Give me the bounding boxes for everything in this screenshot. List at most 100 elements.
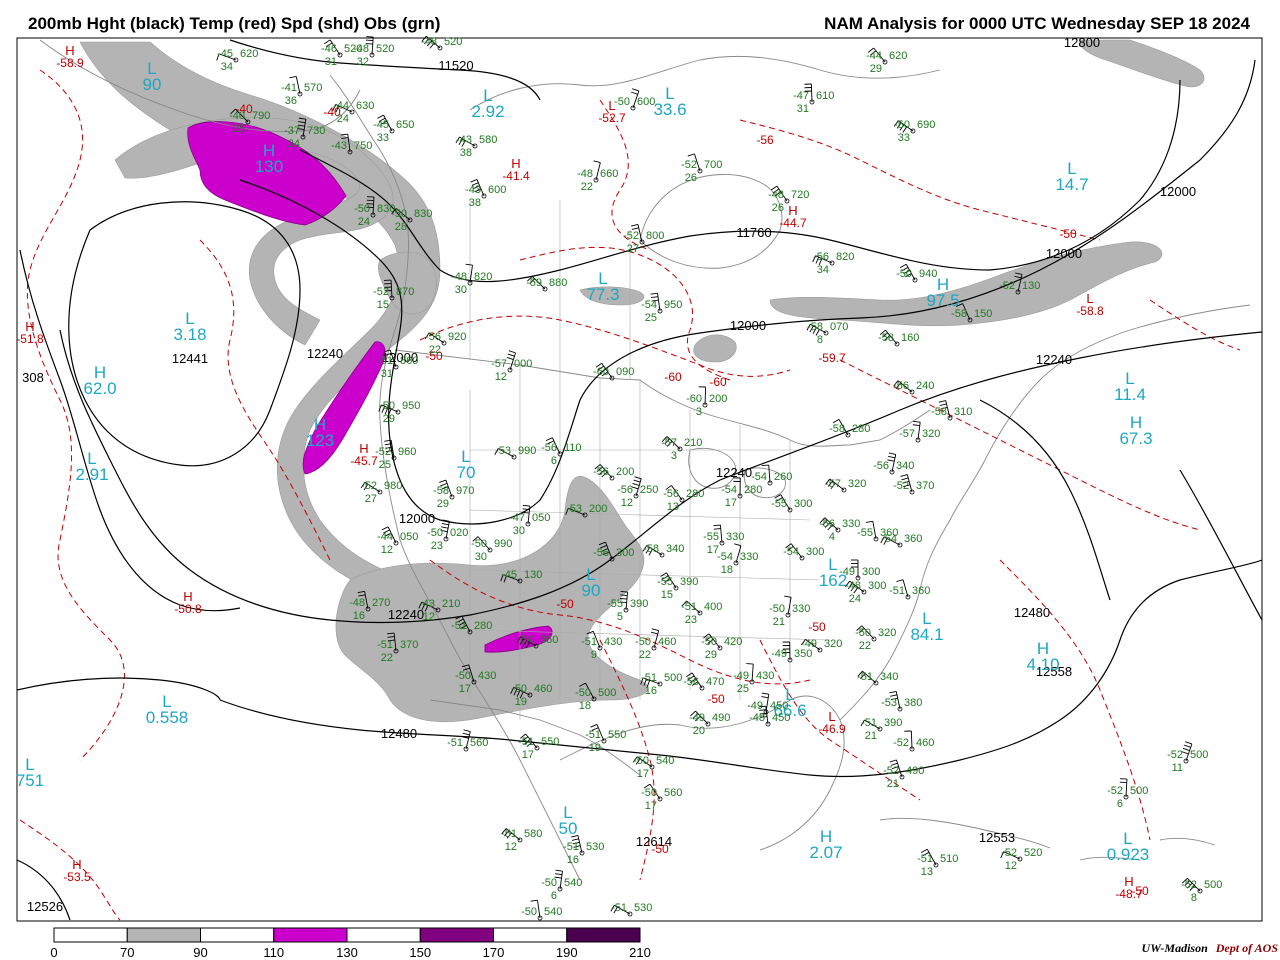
obs-dewpoint-depression: 33 bbox=[898, 132, 910, 144]
obs-temp: -55 bbox=[657, 576, 673, 588]
obs-temp: -57 bbox=[899, 428, 915, 440]
center-value: 2.91 bbox=[75, 465, 108, 484]
center-value: 90 bbox=[582, 581, 601, 600]
obs-height: 070 bbox=[830, 321, 848, 333]
obs-temp: -52 bbox=[1167, 749, 1183, 761]
obs-height: 500 bbox=[1204, 879, 1222, 891]
obs-height: 870 bbox=[396, 286, 414, 298]
center-value: 90 bbox=[143, 75, 162, 94]
obs-dewpoint-depression: 16 bbox=[645, 685, 657, 697]
obs-height: 990 bbox=[494, 538, 512, 550]
obs-height: 570 bbox=[304, 82, 322, 94]
height-label: 12240 bbox=[1036, 352, 1072, 367]
temperature-label: -50 bbox=[556, 597, 574, 611]
colorbar-tick-label: 190 bbox=[556, 945, 578, 960]
obs-temp: -41 bbox=[281, 82, 297, 94]
wind-barb-flag bbox=[620, 591, 628, 593]
colorbar-segment bbox=[493, 927, 568, 943]
obs-temp: -50 bbox=[391, 208, 407, 220]
obs-temp: -51 bbox=[641, 672, 657, 684]
obs-height: 450 bbox=[772, 712, 790, 724]
obs-height: 750 bbox=[354, 140, 372, 152]
obs-height: 250 bbox=[640, 484, 658, 496]
center-value: 11.4 bbox=[1114, 385, 1146, 404]
obs-height: 980 bbox=[384, 480, 402, 492]
obs-temp: -56 bbox=[683, 676, 699, 688]
obs-temp: -51 bbox=[447, 737, 463, 749]
obs-dewpoint-depression: 18 bbox=[721, 564, 733, 576]
obs-height: 240 bbox=[916, 380, 934, 392]
obs-height: 300 bbox=[794, 498, 812, 510]
obs-temp: -54 bbox=[641, 299, 657, 311]
obs-temp: -50 bbox=[896, 268, 912, 280]
center-value: -46.9 bbox=[818, 722, 846, 736]
obs-height: 130 bbox=[524, 569, 542, 581]
center-value: -58.8 bbox=[1076, 304, 1104, 318]
center-value: 33.6 bbox=[653, 100, 686, 119]
obs-temp: -52 bbox=[893, 737, 909, 749]
obs-temp: -49 bbox=[771, 648, 787, 660]
obs-temp: -56 bbox=[819, 518, 835, 530]
obs-dewpoint-depression: 12 bbox=[495, 371, 507, 383]
obs-temp: -43 bbox=[419, 598, 435, 610]
colorbar-tick-label: 70 bbox=[120, 945, 134, 960]
obs-height: 600 bbox=[488, 184, 506, 196]
obs-height: 490 bbox=[712, 712, 730, 724]
obs-dewpoint-depression: 3 bbox=[696, 406, 702, 418]
obs-dewpoint-depression: 12 bbox=[1005, 860, 1017, 872]
obs-height: 450 bbox=[770, 700, 788, 712]
obs-temp: -50 bbox=[633, 755, 649, 767]
obs-dewpoint-depression: 30 bbox=[475, 551, 487, 563]
obs-temp: -50 bbox=[635, 636, 651, 648]
obs-height: 340 bbox=[896, 460, 914, 472]
obs-temp: -52 bbox=[1001, 847, 1017, 859]
obs-height: 530 bbox=[586, 841, 604, 853]
obs-dewpoint-depression: 29 bbox=[437, 498, 449, 510]
obs-height: 470 bbox=[706, 676, 724, 688]
obs-temp: -45 bbox=[373, 119, 389, 131]
obs-temp: -52 bbox=[999, 280, 1015, 292]
obs-temp: -47 bbox=[793, 90, 809, 102]
obs-height: 360 bbox=[540, 634, 558, 646]
obs-height: 950 bbox=[664, 299, 682, 311]
obs-height: 150 bbox=[974, 308, 992, 320]
obs-dewpoint-depression: 27 bbox=[627, 243, 639, 255]
obs-temp: -50 bbox=[575, 687, 591, 699]
obs-height: 370 bbox=[916, 480, 934, 492]
obs-height: 370 bbox=[400, 639, 418, 651]
colorbar-tick-label: 210 bbox=[629, 945, 651, 960]
obs-height: 050 bbox=[532, 512, 550, 524]
obs-temp: -51 bbox=[501, 828, 517, 840]
obs-height: 260 bbox=[774, 471, 792, 483]
obs-dewpoint-depression: 3 bbox=[671, 450, 677, 462]
obs-height: 210 bbox=[684, 437, 702, 449]
obs-temp: -52 bbox=[883, 765, 899, 777]
center-value: -58.9 bbox=[56, 56, 84, 70]
height-label: 12480 bbox=[381, 726, 417, 741]
obs-dewpoint-depression: 38 bbox=[460, 147, 472, 159]
obs-dewpoint-depression: 5 bbox=[617, 611, 623, 623]
obs-temp: -58 bbox=[829, 423, 845, 435]
obs-dewpoint-depression: 34 bbox=[817, 264, 829, 276]
obs-temp: -50 bbox=[354, 203, 370, 215]
temperature-label: -56 bbox=[756, 133, 774, 147]
colorbar-tick-label: 150 bbox=[409, 945, 431, 960]
obs-temp: -48 bbox=[349, 597, 365, 609]
obs-temp: -52 bbox=[893, 480, 909, 492]
obs-height: 550 bbox=[608, 729, 626, 741]
obs-height: 520 bbox=[376, 43, 394, 55]
center-value: 77.3 bbox=[586, 285, 619, 304]
obs-dewpoint-depression: 24 bbox=[337, 113, 349, 125]
height-label: 12800 bbox=[1064, 35, 1100, 50]
obs-temp: -48 bbox=[353, 43, 369, 55]
obs-temp: -50 bbox=[769, 603, 785, 615]
wind-barb-staff bbox=[704, 386, 707, 406]
obs-dewpoint-depression: 6 bbox=[1117, 798, 1123, 810]
center-value: 70 bbox=[457, 463, 476, 482]
obs-temp: -60 bbox=[593, 366, 609, 378]
obs-temp: -51 bbox=[611, 902, 627, 914]
colorbar-tick-label: 90 bbox=[193, 945, 207, 960]
center-value: -45.7 bbox=[350, 454, 378, 468]
obs-height: 320 bbox=[878, 627, 896, 639]
obs-temp: -56 bbox=[813, 251, 829, 263]
